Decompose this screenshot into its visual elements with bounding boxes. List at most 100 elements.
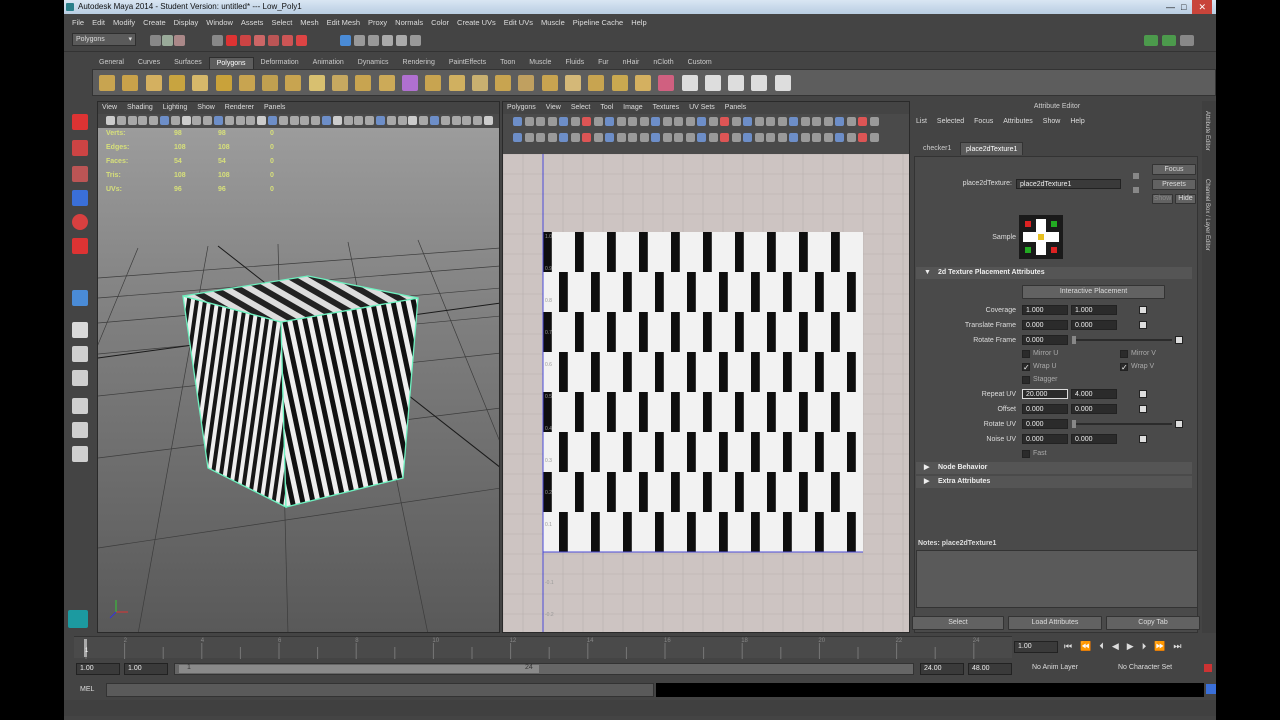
menu-edit[interactable]: Edit (92, 18, 105, 27)
minimize-button[interactable]: — (1166, 0, 1175, 14)
hide-button[interactable]: Hide (1175, 194, 1196, 204)
shelf-tool-18-icon[interactable] (518, 75, 535, 91)
input-connection-icon[interactable] (1133, 173, 1139, 179)
script-editor-icon[interactable] (1206, 684, 1216, 694)
move-tool-icon[interactable] (72, 190, 88, 206)
uv-tool-1-12-icon[interactable] (651, 133, 660, 142)
uv-canvas[interactable]: 1.0 0.9 0.8 0.7 0.6 0.5 0.4 0.3 0.2 0.1 -0.1 -0.2 (503, 154, 909, 632)
uv-tool-1-1-icon[interactable] (524, 133, 534, 142)
rotate-tool-icon[interactable] (72, 214, 88, 230)
section-node-behavior[interactable]: ▶ Node Behavior (916, 462, 1192, 474)
scale-tool-icon[interactable] (72, 238, 88, 254)
status-tool-8-icon[interactable] (282, 35, 293, 46)
viewport-tool-4-icon[interactable] (149, 116, 159, 125)
viewport-tool-5-icon[interactable] (160, 116, 169, 125)
uv-tool-1-5-icon[interactable] (570, 133, 580, 142)
time-slider[interactable]: 1 2 4 6 8 10 12 14 16 18 20 22 24 (74, 636, 1012, 659)
viewport-menu-view[interactable]: View (102, 102, 117, 114)
uv-tool-1-18-icon[interactable] (720, 133, 729, 142)
node-name-field[interactable]: place2dTexture1 (1016, 179, 1121, 189)
shelf-tool-13-icon[interactable] (401, 75, 418, 91)
uv-tool-1-10-icon[interactable] (628, 133, 637, 142)
four-view-layout-icon[interactable] (72, 346, 88, 362)
uv-tool-0-18-icon[interactable] (720, 117, 729, 126)
status-tool-3-icon[interactable] (212, 35, 223, 46)
shelf-tool-12-icon[interactable] (378, 75, 395, 91)
paint-select-tool-icon[interactable] (72, 166, 88, 182)
shelf-tool-8-icon[interactable] (285, 75, 302, 91)
shelf-tab-toon[interactable]: Toon (493, 57, 522, 69)
go-to-end-icon[interactable]: ⏭ (1173, 641, 1181, 652)
rotate-frame-map-button-icon[interactable] (1175, 336, 1183, 344)
translate-frame-u-field[interactable]: 0.000 (1022, 320, 1068, 330)
offset-u-field[interactable]: 0.000 (1022, 404, 1068, 414)
viewport-tool-2-icon[interactable] (127, 116, 137, 125)
show-button[interactable]: Show (1152, 194, 1173, 204)
uv-tool-0-0-icon[interactable] (513, 117, 522, 126)
status-tool-12-icon[interactable] (368, 35, 379, 46)
fast-checkbox[interactable] (1022, 450, 1030, 458)
menu-color[interactable]: Color (431, 18, 449, 27)
uv-tool-1-28-icon[interactable] (835, 133, 844, 142)
coverage-v-field[interactable]: 1.000 (1071, 305, 1117, 315)
shelf-tool-1-icon[interactable] (122, 75, 139, 91)
shelf-tab-muscle[interactable]: Muscle (522, 57, 558, 69)
step-forward-key-icon[interactable]: ⏩ (1154, 641, 1165, 652)
uv-tool-0-8-icon[interactable] (605, 117, 614, 126)
rotate-uv-field[interactable]: 0.000 (1022, 419, 1068, 429)
go-to-start-icon[interactable]: ⏮ (1064, 641, 1072, 652)
uv-tool-0-20-icon[interactable] (743, 117, 752, 126)
uv-tool-1-9-icon[interactable] (616, 133, 626, 142)
uv-tool-1-23-icon[interactable] (777, 133, 787, 142)
shelf-tab-nhair[interactable]: nHair (616, 57, 647, 69)
uv-tool-1-21-icon[interactable] (754, 133, 764, 142)
tab-checker1[interactable]: checker1 (918, 142, 956, 155)
select-tool-icon[interactable] (72, 114, 88, 130)
menu-create-uvs[interactable]: Create UVs (457, 18, 496, 27)
viewport-tool-13-icon[interactable] (246, 116, 256, 125)
uv-tool-1-31-icon[interactable] (869, 133, 879, 142)
viewport-tool-3-icon[interactable] (138, 116, 148, 125)
uv-tool-1-30-icon[interactable] (858, 133, 867, 142)
viewport-menu-lighting[interactable]: Lighting (163, 102, 188, 114)
end-time-field[interactable]: 48.00 (968, 663, 1012, 675)
shelf-tab-deformation[interactable]: Deformation (254, 57, 306, 69)
single-perspective-layout-icon[interactable] (72, 322, 88, 338)
uv-tool-1-27-icon[interactable] (823, 133, 833, 142)
maximize-button[interactable]: □ (1181, 0, 1186, 14)
persp-graph-layout-icon[interactable] (72, 398, 88, 414)
offset-v-field[interactable]: 0.000 (1071, 404, 1117, 414)
shelf-tool-20-icon[interactable] (565, 75, 581, 91)
menu-edit-mesh[interactable]: Edit Mesh (327, 18, 360, 27)
status-tool-5-icon[interactable] (240, 35, 251, 46)
menu-help[interactable]: Help (631, 18, 646, 27)
shelf-tab-fur[interactable]: Fur (591, 57, 616, 69)
menu-set-dropdown[interactable]: Polygons (72, 33, 136, 46)
uv-tool-1-11-icon[interactable] (639, 133, 649, 142)
shelf-tool-7-icon[interactable] (262, 75, 279, 91)
repeat-uv-map-button-icon[interactable] (1139, 390, 1147, 398)
viewport-tool-27-icon[interactable] (397, 116, 407, 125)
shelf-tool-27-icon[interactable] (728, 75, 745, 91)
translate-frame-map-button-icon[interactable] (1139, 321, 1147, 329)
presets-button[interactable]: Presets (1152, 179, 1196, 190)
viewport-menu-renderer[interactable]: Renderer (225, 102, 254, 114)
uv-tool-0-25-icon[interactable] (800, 117, 810, 126)
shelf-tool-2-icon[interactable] (145, 75, 162, 91)
status-tool-11-icon[interactable] (354, 35, 365, 46)
range-slider[interactable]: 1 24 (174, 663, 914, 675)
shelf-tool-3-icon[interactable] (168, 75, 185, 91)
status-tool-2-icon[interactable] (174, 35, 185, 46)
uv-tool-0-6-icon[interactable] (582, 117, 591, 126)
stagger-checkbox[interactable] (1022, 376, 1030, 384)
viewport-tool-8-icon[interactable] (192, 116, 202, 125)
uv-tool-0-22-icon[interactable] (766, 117, 775, 126)
section-2d-texture-placement[interactable]: ▼ 2d Texture Placement Attributes (916, 267, 1192, 279)
shelf-tab-custom[interactable]: Custom (681, 57, 719, 69)
shelf-tab-general[interactable]: General (92, 57, 131, 69)
shelf-tool-5-icon[interactable] (215, 75, 232, 91)
shelf-tool-29-icon[interactable] (774, 75, 791, 91)
uv-tool-1-29-icon[interactable] (846, 133, 856, 142)
shelf-tab-curves[interactable]: Curves (131, 57, 167, 69)
status-tool-10-icon[interactable] (340, 35, 351, 46)
